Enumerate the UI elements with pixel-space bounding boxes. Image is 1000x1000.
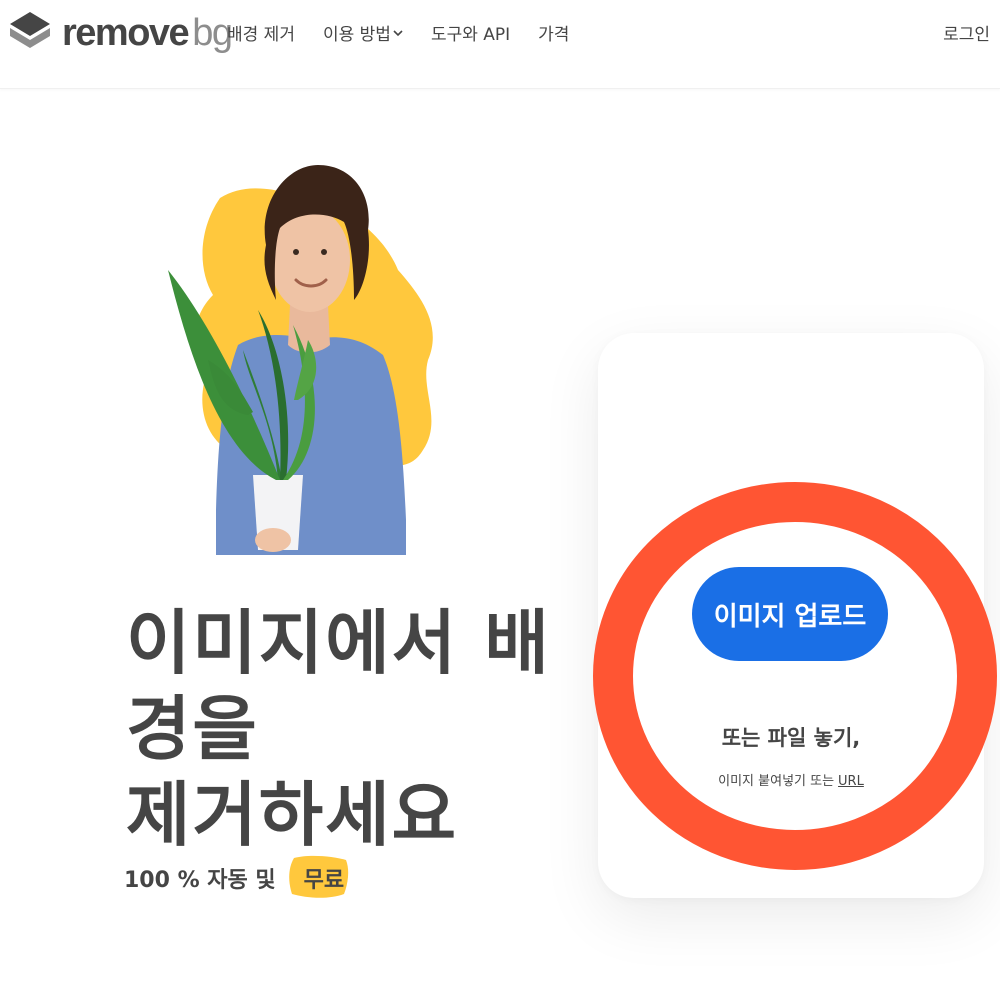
nav-item-label: 도구와 API — [430, 25, 511, 45]
paste-image-hint: 이미지 붙여넣기 또는 URL — [598, 770, 984, 789]
logo-text-remove: remove — [62, 12, 190, 54]
drop-file-text: 또는 파일 놓기, — [721, 726, 861, 750]
free-badge: 무료 — [288, 855, 360, 898]
hero-person-with-plant-image — [168, 165, 433, 555]
upload-image-button[interactable]: 이미지 업로드 — [692, 567, 888, 661]
main-nav: 배경 제거 이용 방법 도구와 API 가격 — [227, 20, 597, 45]
tagline: 100 % 자동 및 무료 — [124, 855, 360, 898]
logo-layers-icon — [10, 12, 50, 48]
login-link[interactable]: 로그인 — [943, 20, 990, 45]
badge-label: 무료 — [303, 868, 345, 893]
url-link[interactable]: URL — [838, 774, 864, 789]
nav-item-label: 이용 방법 — [322, 25, 391, 45]
tagline-text: 100 % 자동 및 — [124, 868, 276, 893]
nav-item-pricing[interactable]: 가격 — [538, 20, 569, 45]
logo-wordmark: remove bg — [62, 12, 233, 54]
nav-item-label: 배경 제거 — [227, 25, 295, 45]
headline-line-1: 이미지에서 배경을 — [126, 602, 551, 770]
nav-item-tools-api[interactable]: 도구와 API — [431, 20, 510, 45]
page-headline: 이미지에서 배경을 제거하세요 — [126, 600, 596, 858]
remove-bg-logo[interactable]: remove bg — [10, 8, 233, 58]
headline-line-2: 제거하세요 — [126, 774, 458, 856]
nav-item-how-to-use[interactable]: 이용 방법 — [323, 20, 403, 45]
nav-item-remove-background[interactable]: 배경 제거 — [227, 20, 295, 45]
logo-text-bg: bg — [192, 12, 233, 54]
chevron-down-icon — [393, 29, 403, 36]
paste-hint-text: 이미지 붙여넣기 또는 — [718, 774, 835, 789]
nav-item-label: 가격 — [538, 25, 570, 45]
top-navigation-bar: remove bg 배경 제거 이용 방법 도구와 API 가격 로그인 — [0, 0, 1000, 89]
